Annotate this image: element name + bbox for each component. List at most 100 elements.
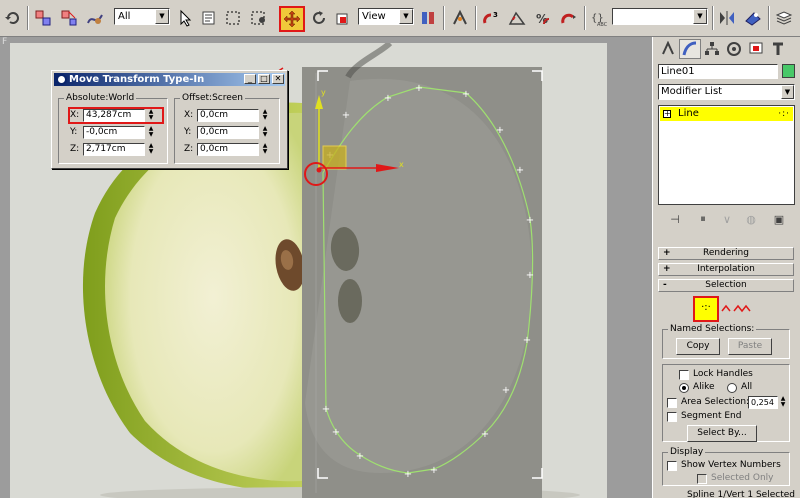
- mirror-icon[interactable]: [716, 7, 738, 29]
- off-y-spinner[interactable]: ▲ ▼: [261, 126, 269, 139]
- hierarchy-tab-icon[interactable]: [701, 39, 723, 59]
- area-selection-checkbox[interactable]: [667, 398, 677, 408]
- selected-only-checkbox[interactable]: [697, 474, 707, 484]
- command-panel: Line01 Modifier List ▼ + Line ·:· ⊣ ⏸ ∨ ◍…: [652, 37, 800, 498]
- angle-snap-icon[interactable]: [506, 7, 528, 29]
- snap-3d-icon[interactable]: 3: [480, 7, 502, 29]
- dialog-title: Move Transform Type-In: [69, 74, 205, 85]
- stack-item-line[interactable]: + Line ·:·: [660, 107, 793, 121]
- move-icon[interactable]: [279, 6, 305, 32]
- segment-end-checkbox[interactable]: [667, 412, 677, 422]
- percent-snap-icon[interactable]: %: [532, 7, 554, 29]
- interpolation-rollout[interactable]: + Interpolation: [658, 263, 794, 276]
- expand-icon[interactable]: +: [663, 110, 671, 118]
- svg-text:+: +: [502, 385, 510, 396]
- spinner-snap-icon[interactable]: [558, 7, 580, 29]
- window-crossing-icon[interactable]: [248, 7, 270, 29]
- move-transform-dialog: Move Transform Type-In _ □ ✕ Absolute:Wo…: [51, 70, 288, 169]
- undo-icon[interactable]: [2, 7, 24, 29]
- absolute-world-label: Absolute:World: [64, 93, 137, 103]
- svg-text:+: +: [526, 215, 534, 226]
- rect-region-icon[interactable]: [222, 7, 244, 29]
- paste-button[interactable]: Paste: [728, 338, 772, 355]
- stack-buttons: ⊣ ⏸ ∨ ◍ ▣: [658, 209, 795, 229]
- segment-spline-mode-icons[interactable]: [721, 303, 753, 315]
- display-label: Display: [668, 447, 706, 457]
- remove-modifier-icon[interactable]: ◍: [742, 211, 760, 227]
- pin-stack-icon[interactable]: ⊣: [666, 211, 684, 227]
- link-icon[interactable]: [32, 7, 54, 29]
- abs-z-field[interactable]: 2,717cm: [83, 143, 145, 156]
- named-selections-group: Named Selections: Copy Paste: [662, 324, 790, 359]
- area-selection-label: Area Selection:: [681, 397, 750, 407]
- motion-tab-icon[interactable]: [723, 39, 745, 59]
- svg-text:ABC: ABC: [597, 22, 608, 27]
- off-z-field[interactable]: 0,0cm: [197, 143, 259, 156]
- display-tab-icon[interactable]: [745, 39, 767, 59]
- all-radio[interactable]: [727, 383, 737, 393]
- manipulate-icon[interactable]: [449, 7, 471, 29]
- scale-icon[interactable]: [332, 7, 354, 29]
- maximize-button[interactable]: □: [258, 74, 270, 84]
- svg-text:+: +: [322, 404, 330, 415]
- object-name-field[interactable]: Line01: [658, 64, 778, 79]
- selection-rollout[interactable]: - Selection: [658, 279, 794, 292]
- rotate-icon[interactable]: [308, 7, 330, 29]
- modifier-stack: + Line ·:·: [658, 105, 795, 205]
- minimize-button[interactable]: _: [244, 74, 256, 84]
- gizmo-x-label: x: [399, 160, 404, 169]
- area-selection-field[interactable]: 0,254: [748, 396, 778, 409]
- abs-y-spinner[interactable]: ▲ ▼: [147, 126, 155, 139]
- edit-named-selections-icon[interactable]: {} ABC: [588, 7, 610, 29]
- unlink-icon[interactable]: [58, 7, 80, 29]
- reference-coord-dropdown[interactable]: View ▼: [358, 8, 414, 25]
- bind-space-warp-icon[interactable]: [84, 7, 106, 29]
- rendering-rollout[interactable]: + Rendering: [658, 247, 794, 260]
- named-selection-dropdown[interactable]: ▼: [612, 8, 708, 25]
- all-label: All: [741, 382, 753, 392]
- utilities-tab-icon[interactable]: [767, 39, 789, 59]
- select-by-name-icon[interactable]: [198, 7, 220, 29]
- svg-text:+: +: [342, 110, 350, 121]
- segment-end-label: Segment End: [681, 411, 742, 421]
- modify-tab-icon[interactable]: [679, 39, 701, 59]
- viewport-label[interactable]: F: [2, 37, 7, 47]
- dialog-app-icon: [56, 74, 67, 85]
- close-button[interactable]: ✕: [272, 74, 284, 84]
- align-icon[interactable]: [742, 7, 764, 29]
- off-y-field[interactable]: 0,0cm: [197, 126, 259, 139]
- main-toolbar: All ▼ View ▼ 3 % {} ABC ▼: [0, 0, 800, 37]
- off-x-spinner[interactable]: ▲ ▼: [261, 109, 269, 122]
- show-end-result-icon[interactable]: ⏸: [694, 211, 712, 227]
- lock-handles-checkbox[interactable]: [679, 370, 689, 380]
- configure-sets-icon[interactable]: ▣: [770, 211, 788, 227]
- object-color-swatch[interactable]: [782, 64, 795, 78]
- selection-status: Spline 1/Vert 1 Selected: [687, 490, 795, 498]
- svg-text:+: +: [332, 427, 340, 438]
- alike-radio[interactable]: [679, 383, 689, 393]
- make-unique-icon[interactable]: ∨: [718, 211, 736, 227]
- layer-manager-icon[interactable]: [773, 7, 795, 29]
- create-tab-icon[interactable]: [657, 39, 679, 59]
- select-object-icon[interactable]: [174, 7, 196, 29]
- svg-text:+: +: [516, 165, 524, 176]
- selection-filter-dropdown[interactable]: All ▼: [114, 8, 170, 25]
- area-selection-spinner[interactable]: ▲ ▼: [779, 396, 787, 409]
- copy-button[interactable]: Copy: [676, 338, 720, 355]
- select-by-button[interactable]: Select By...: [687, 425, 757, 442]
- pivot-icon[interactable]: [417, 7, 439, 29]
- abs-y-field[interactable]: -0,0cm: [83, 126, 145, 139]
- off-x-field[interactable]: 0,0cm: [197, 109, 259, 122]
- rollouts: + Rendering + Interpolation - Selection ·:·…: [655, 240, 799, 498]
- vertex-mode-icon[interactable]: ·:·: [693, 296, 719, 322]
- off-z-spinner[interactable]: ▲ ▼: [261, 143, 269, 156]
- abs-z-spinner[interactable]: ▲ ▼: [147, 143, 155, 156]
- modifier-list-dropdown[interactable]: Modifier List ▼: [658, 84, 795, 100]
- svg-text:+: +: [496, 125, 504, 136]
- show-vertex-numbers-checkbox[interactable]: [667, 461, 677, 471]
- vertex-level-icon: ·:·: [778, 109, 790, 119]
- svg-text:+: +: [356, 451, 364, 462]
- svg-text:3: 3: [493, 11, 498, 19]
- off-y-label: Y:: [184, 127, 192, 137]
- abs-z-label: Z:: [70, 144, 80, 154]
